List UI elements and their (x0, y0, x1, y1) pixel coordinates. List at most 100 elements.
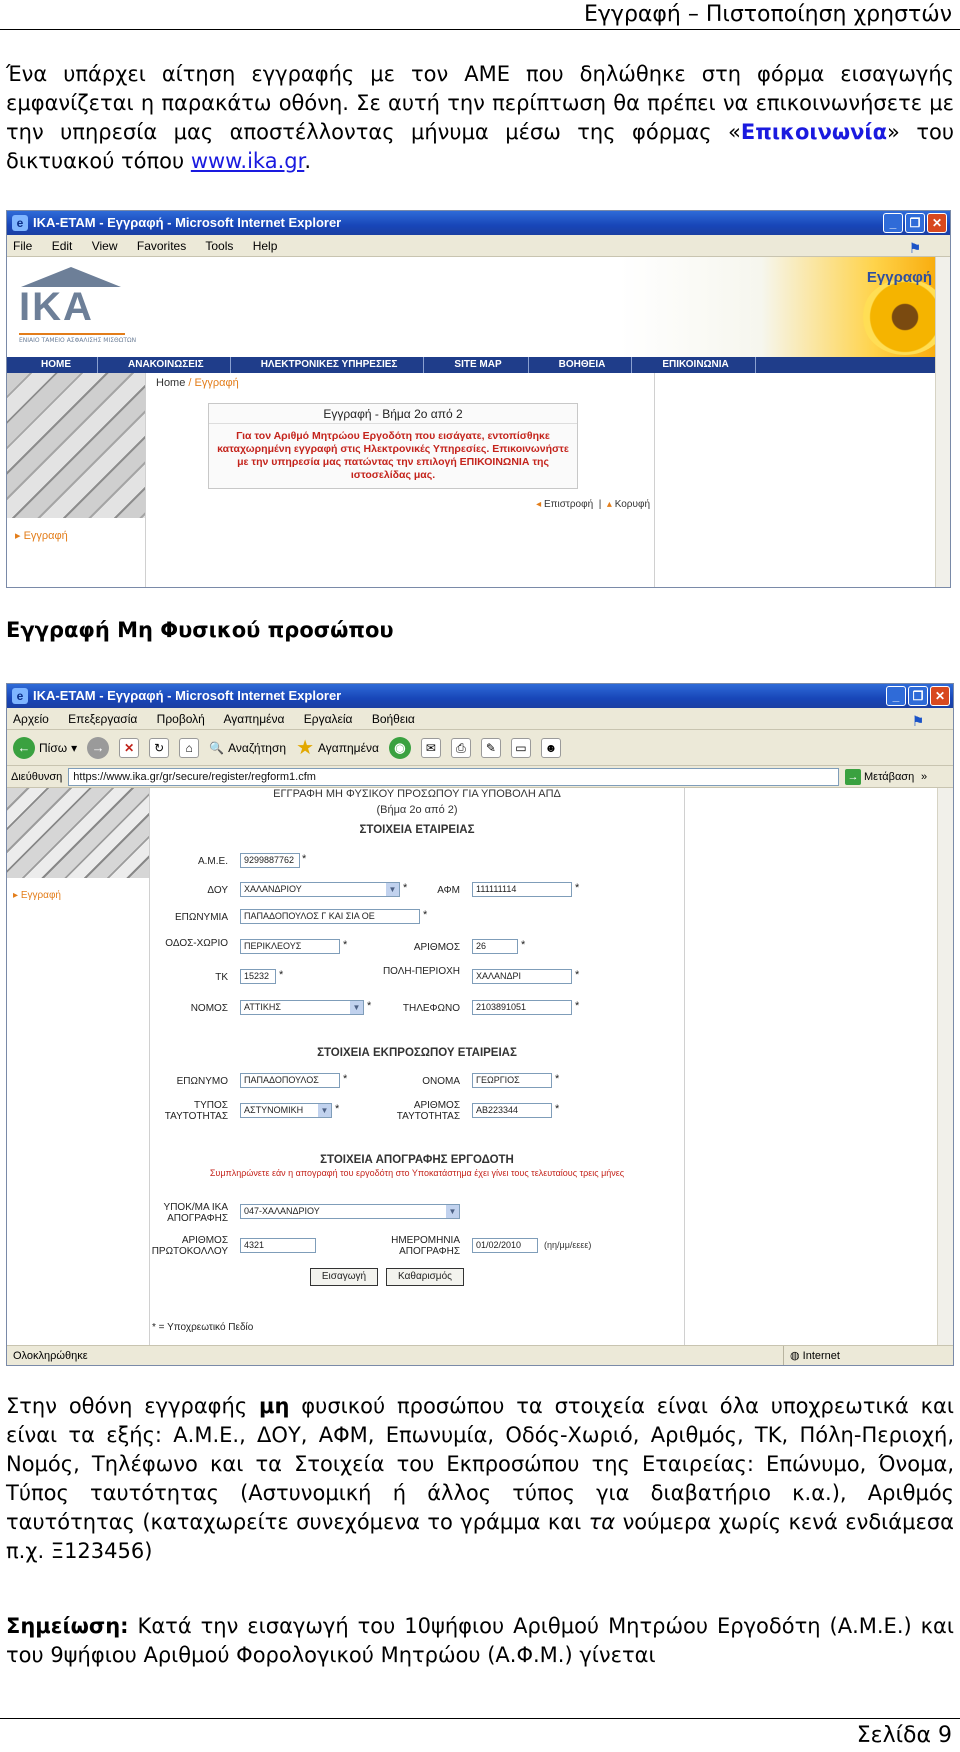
back-button[interactable]: ← Πίσω ▾ (13, 736, 77, 759)
branch-value: 047-ΧΑΛΑΝΔΡΙΟΥ (244, 1206, 320, 1216)
afm-input[interactable]: 111111114 (472, 882, 572, 897)
scrollbar[interactable] (935, 257, 950, 587)
globe-icon: ◍ (790, 1350, 803, 1362)
side-link-register[interactable]: ▸ Εγγραφή (13, 890, 61, 901)
menu-favorites[interactable]: Αγαπημένα (224, 712, 285, 726)
edit-icon[interactable]: ✎ (480, 737, 501, 758)
scrollbar[interactable] (937, 788, 953, 1346)
crumb-current: Εγγραφή (194, 377, 239, 389)
menu-view[interactable]: Προβολή (157, 712, 205, 726)
menu-view[interactable]: View (92, 239, 118, 253)
branch-select[interactable]: 047-ΧΑΛΑΝΔΡΙΟΥ ▼ (240, 1204, 460, 1219)
city-label: ΠΟΛΗ-ΠΕΡΙΟΧΗ (382, 966, 460, 977)
minimize-icon[interactable]: _ (883, 213, 903, 233)
address-input[interactable]: https://www.ika.gr/gr/secure/register/re… (68, 767, 839, 786)
menu-file[interactable]: File (13, 239, 32, 253)
chevron-down-icon: ▼ (446, 1205, 459, 1218)
required-star: * (279, 969, 284, 981)
side-link-register[interactable]: ▸ Εγγραφή (15, 529, 68, 542)
logo-roof (21, 267, 121, 287)
phone-input[interactable]: 2103891051 (472, 1000, 572, 1015)
crumb-home[interactable]: Home (156, 377, 185, 389)
favorites-button[interactable]: ★ Αγαπημένα (296, 735, 379, 760)
doy-value: ΧΑΛΑΝΔΡΙΟΥ (244, 884, 302, 894)
date-input[interactable]: 01/02/2010 (472, 1238, 538, 1253)
maximize-icon[interactable]: ❐ (908, 686, 928, 706)
page-links: ◂ Επιστροφή | ▴ Κορυφή (536, 499, 650, 510)
required-star: * (302, 853, 307, 865)
registration-form: ΕΓΓΡΑΦΗ ΜΗ ΦΥΣΙΚΟΥ ΠΡΟΣΩΠΟΥ ΓΙΑ ΥΠΟΒΟΛΗ … (149, 788, 685, 1346)
mail-icon[interactable]: ✉ (420, 737, 441, 758)
submit-button[interactable]: Εισαγωγή (310, 1268, 378, 1286)
menu-edit[interactable]: Edit (52, 239, 73, 253)
screenshot-ika-duplicate: e IKA-ETAM - Εγγραφή - Microsoft Interne… (6, 210, 951, 588)
home-icon[interactable]: ⌂ (179, 737, 200, 758)
page-body: ▸ Εγγραφή ΕΓΓΡΑΦΗ ΜΗ ΦΥΣΙΚΟΥ ΠΡΟΣΩΠΟΥ ΓΙ… (7, 788, 937, 1346)
ame-input[interactable]: 9299887762 (240, 853, 300, 868)
side-link-label: Εγγραφή (20, 890, 61, 901)
links-chevron[interactable]: » (921, 771, 953, 783)
note-text: Κατά την εισαγωγή του 10ψήφιου Αριθμού Μ… (6, 1614, 954, 1667)
stop-icon[interactable]: ✕ (119, 737, 140, 758)
page-footer: Σελίδα 9 (0, 1718, 960, 1752)
menu-tools[interactable]: Tools (205, 239, 233, 253)
idnum-input[interactable]: ΑΒ223344 (472, 1103, 552, 1118)
status-text: Ολοκληρώθηκε (13, 1350, 88, 1362)
maximize-icon[interactable]: ❐ (905, 213, 925, 233)
back-link[interactable]: Επιστροφή (544, 499, 593, 510)
search-button[interactable]: 🔍 Αναζήτηση (209, 741, 286, 755)
contact-link[interactable]: Επικοινωνία (741, 120, 887, 144)
menu-help[interactable]: Βοήθεια (372, 712, 415, 726)
screenshot-registration-form: e IKA-ETAM - Εγγραφή - Microsoft Interne… (6, 683, 954, 1366)
top-link[interactable]: Κορυφή (615, 499, 650, 510)
protocol-input[interactable]: 4321 (240, 1238, 316, 1253)
banner-label: Εγγραφή (866, 269, 932, 286)
nav-contact[interactable]: ΕΠΙΚΟΙΝΩΝΙΑ (632, 357, 756, 373)
chevron-down-icon: ▼ (350, 1001, 363, 1014)
forward-icon[interactable]: → (87, 736, 110, 759)
menu-bar: Αρχείο Επεξεργασία Προβολή Αγαπημένα Εργ… (7, 708, 953, 730)
required-star: * (555, 1073, 560, 1085)
media-icon[interactable]: ◉ (388, 736, 411, 759)
firstname-input[interactable]: ΓΕΩΡΓΙΟΣ (472, 1073, 552, 1088)
nomos-label: ΝΟΜΟΣ (190, 1003, 228, 1014)
doy-select[interactable]: ΧΑΛΑΝΔΡΙΟΥ ▼ (240, 882, 400, 897)
menu-help[interactable]: Help (253, 239, 278, 253)
folder-icon[interactable]: ▭ (510, 737, 531, 758)
go-button[interactable]: → Μετάβαση (845, 768, 915, 785)
ie-icon: e (12, 688, 28, 704)
messenger-icon[interactable]: ☻ (540, 737, 561, 758)
menu-edit[interactable]: Επεξεργασία (68, 712, 137, 726)
menu-favorites[interactable]: Favorites (137, 239, 186, 253)
breadcrumb: Home / Εγγραφή (156, 377, 239, 389)
site-link[interactable]: www.ika.gr (191, 149, 304, 173)
tk-input[interactable]: 15232 (240, 969, 276, 984)
refresh-icon[interactable]: ↻ (149, 737, 170, 758)
section-company: ΣΤΟΙΧΕΙΑ ΕΤΑΙΡΕΙΑΣ (359, 824, 475, 836)
nav-eservices[interactable]: ΗΛΕΚΤΡΟΝΙΚΕΣ ΥΠΗΡΕΣΙΕΣ (231, 357, 425, 373)
idtype-select[interactable]: ΑΣΤΥΝΟΜΙΚΗ ▼ (240, 1103, 332, 1118)
back-arrow-icon: ← (13, 736, 35, 759)
number-input[interactable]: 26 (472, 939, 518, 954)
name-input[interactable]: ΠΑΠΑΔΟΠΟΥΛΟΣ Γ ΚΑΙ ΣΙΑ ΟΕ (240, 909, 420, 924)
surname-input[interactable]: ΠΑΠΑΔΟΠΟΥΛΟΣ (240, 1073, 340, 1088)
nav-home[interactable]: HOME (7, 357, 98, 373)
ame-label: Α.Μ.Ε. (197, 856, 228, 867)
city-input[interactable]: ΧΑΛΑΝΔΡΙ (472, 969, 572, 984)
print-icon[interactable]: ⎙ (450, 737, 471, 758)
close-icon[interactable]: ✕ (927, 213, 947, 233)
clear-button[interactable]: Καθαρισμός (386, 1268, 464, 1286)
nav-help[interactable]: ΒΟΗΘΕΙΑ (529, 357, 633, 373)
nomos-select[interactable]: ΑΤΤΙΚΗΣ ▼ (240, 1000, 364, 1015)
keyboard-image (7, 373, 145, 518)
menu-file[interactable]: Αρχείο (13, 712, 49, 726)
nav-announcements[interactable]: ΑΝΑΚΟΙΝΩΣΕΙΣ (98, 357, 231, 373)
minimize-icon[interactable]: _ (886, 686, 906, 706)
address-label: Διεύθυνση (11, 770, 63, 783)
street-input[interactable]: ΠΕΡΙΚΛΕΟΥΣ (240, 939, 340, 954)
status-bar: Ολοκληρώθηκε ◍ Internet (7, 1345, 953, 1365)
ika-logo[interactable]: IKA ΕΝΙΑΙΟ ΤΑΜΕΙΟ ΑΣΦΑΛΙΣΗΣ ΜΙΣΘΩΤΩΝ (15, 267, 136, 345)
nav-sitemap[interactable]: SITE MAP (424, 357, 529, 373)
menu-tools[interactable]: Εργαλεία (304, 712, 353, 726)
close-icon[interactable]: ✕ (930, 686, 950, 706)
